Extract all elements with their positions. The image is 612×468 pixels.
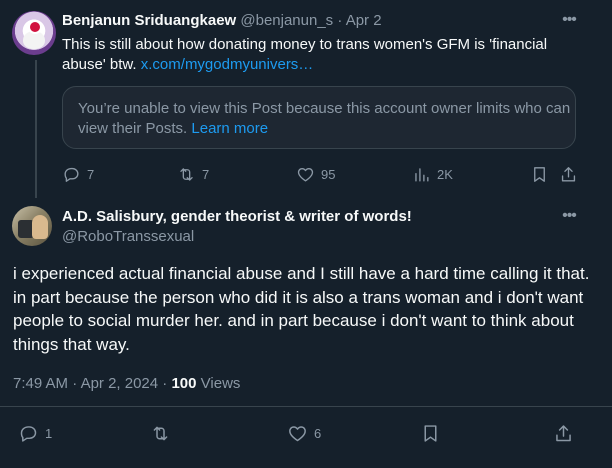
dot-separator: · [72,375,78,392]
bookmark-button[interactable] [530,165,549,184]
tweet-text: i experienced actual financial abuse and… [13,264,590,354]
views-count: 100 [171,375,197,392]
repost-icon [153,426,168,441]
tweet-text: This is still about how donating money t… [62,35,582,75]
tweet-date[interactable]: Apr 2, 2024 [81,375,159,392]
author-handle[interactable]: @benjanun_s [240,12,333,29]
heart-icon [297,167,314,182]
unavailable-post-card: You’re unable to view this Post because … [62,86,576,149]
avatar[interactable] [12,11,56,55]
unavailable-message: You’re unable to view this Post because … [78,99,573,139]
reply-button[interactable]: 1 [18,423,52,444]
tweet-header: Benjanun Sriduangkaew @benjanun_s · Apr … [62,12,382,29]
repost-button[interactable] [150,423,171,444]
author-name[interactable]: A.D. Salisbury, gender theorist & writer… [62,208,412,225]
views-button[interactable]: 2K [412,165,453,184]
dot-separator: · [337,12,343,29]
heart-icon [289,426,306,442]
learn-more-link[interactable]: Learn more [191,120,268,137]
author-name[interactable]: Benjanun Sriduangkaew [62,12,236,29]
avatar-eye [28,20,42,34]
repost-button[interactable]: 7 [177,165,209,184]
reply-icon [64,167,79,182]
like-count: 95 [321,167,336,182]
like-count: 6 [314,426,322,441]
bookmark-button[interactable] [420,423,441,444]
share-icon [556,425,571,442]
tweet-time[interactable]: 7:49 AM [13,375,68,392]
like-button[interactable]: 95 [296,165,335,184]
thread-connector-line [35,60,37,198]
repost-count: 7 [202,167,210,182]
author-handle[interactable]: @RoboTranssexual [62,228,194,245]
reply-count: 7 [87,167,95,182]
avatar-detail [32,215,48,239]
tweet-metadata: 7:49 AM · Apr 2, 2024 · 100 Views [13,375,240,392]
bookmark-icon [424,425,437,442]
reply-button[interactable]: 7 [62,165,94,184]
views-count: 2K [437,167,453,182]
divider [0,406,612,407]
views-label: Views [200,375,241,392]
reply-count: 1 [45,426,53,441]
tweet-date[interactable]: Apr 2 [346,12,382,29]
unavailable-message-text: You’re unable to view this Post because … [78,100,571,137]
share-icon [561,167,576,182]
more-horizontal-icon[interactable]: ••• [559,12,579,33]
bookmark-icon [534,167,545,182]
repost-icon [180,168,193,181]
dot-separator: · [162,375,168,392]
more-horizontal-icon[interactable]: ••• [559,208,579,229]
share-button[interactable] [553,423,574,444]
tweet-link[interactable]: x.com/mygodmyunivers… [141,56,314,73]
share-button[interactable] [559,165,578,184]
views-chart-icon [415,168,429,182]
like-button[interactable]: 6 [287,423,321,444]
reply-icon [20,426,37,442]
avatar[interactable] [12,206,52,246]
